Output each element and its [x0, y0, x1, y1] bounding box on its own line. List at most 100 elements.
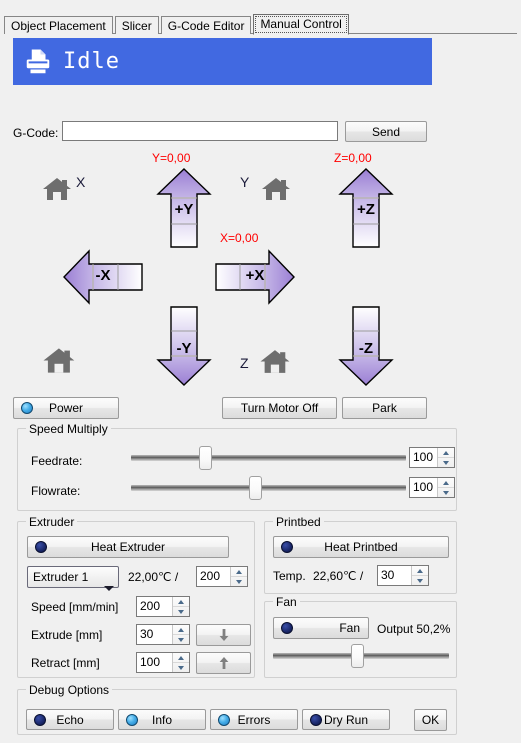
- turn-motor-off-button[interactable]: Turn Motor Off: [222, 397, 337, 419]
- feedrate-label: Feedrate:: [31, 454, 83, 468]
- flowrate-slider-track: [131, 485, 406, 491]
- feedrate-slider-thumb[interactable]: [199, 446, 213, 470]
- home-all-button[interactable]: [40, 344, 80, 380]
- fan-output-readout: Output 50,2%: [377, 622, 451, 636]
- printbed-temp-spinner-buttons[interactable]: [411, 566, 428, 585]
- printbed-temp-spin-down[interactable]: [412, 576, 428, 585]
- retract-spin-down[interactable]: [173, 663, 189, 672]
- jog-x-plus-button[interactable]: [214, 248, 296, 309]
- ok-button-label: OK: [421, 713, 440, 727]
- printbed-caption: Printbed: [273, 515, 324, 529]
- extruder-speed-spin-up[interactable]: [173, 597, 189, 607]
- retract-spin-up[interactable]: [173, 653, 189, 663]
- home-icon: [43, 348, 75, 373]
- tab-label: Object Placement: [11, 19, 106, 33]
- printbed-target-temp-spinner[interactable]: 30: [377, 565, 429, 586]
- flowrate-slider-thumb[interactable]: [248, 476, 262, 500]
- heat-printbed-button[interactable]: Heat Printbed: [273, 536, 449, 558]
- flowrate-spinner-buttons[interactable]: [437, 478, 454, 497]
- tab-label: G-Code Editor: [167, 19, 245, 33]
- flowrate-value[interactable]: 100: [410, 478, 437, 497]
- extruder-speed-spinner-buttons[interactable]: [172, 597, 189, 616]
- debug-errors-button[interactable]: Errors: [210, 709, 298, 730]
- flowrate-spinner[interactable]: 100: [409, 477, 455, 498]
- heat-extruder-led-icon: [35, 541, 47, 553]
- tab-gcode-editor[interactable]: G-Code Editor: [160, 16, 252, 34]
- extruder-speed-value[interactable]: 200: [137, 597, 172, 616]
- power-button[interactable]: Power: [13, 397, 119, 419]
- jog-z-minus-button[interactable]: [337, 305, 395, 390]
- speed-multiply-caption: Speed Multiply: [26, 422, 111, 436]
- feedrate-spinner[interactable]: 100: [409, 447, 455, 468]
- debug-echo-button[interactable]: Echo: [26, 709, 114, 730]
- home-x-label: X: [76, 174, 86, 190]
- extruder-temp-spinner-buttons[interactable]: [230, 567, 247, 586]
- fan-toggle-button[interactable]: Fan: [273, 617, 369, 639]
- feedrate-slider-track: [131, 455, 406, 461]
- retract-amount-value[interactable]: 100: [137, 653, 172, 672]
- extruder-temp-spin-up[interactable]: [231, 567, 247, 577]
- feedrate-spinner-buttons[interactable]: [437, 448, 454, 467]
- flowrate-slider[interactable]: [131, 476, 406, 500]
- home-icon: [262, 178, 290, 200]
- fan-slider-thumb[interactable]: [351, 644, 365, 668]
- extruder-speed-label: Speed [mm/min]: [31, 600, 119, 614]
- jog-y-plus-button[interactable]: [155, 167, 213, 252]
- extrude-button[interactable]: [196, 624, 251, 646]
- tab-slicer[interactable]: Slicer: [114, 16, 159, 34]
- fan-speed-slider[interactable]: [273, 644, 449, 668]
- home-y-button[interactable]: [259, 174, 295, 207]
- retract-spinner-buttons[interactable]: [172, 653, 189, 672]
- printbed-target-temp-value[interactable]: 30: [378, 566, 411, 585]
- debug-info-label: Info: [151, 712, 172, 727]
- extruder-target-temp-value[interactable]: 200: [197, 567, 230, 586]
- tab-manual-control[interactable]: Manual Control: [253, 14, 349, 35]
- feedrate-spin-down[interactable]: [438, 458, 454, 467]
- home-z-label: Z: [240, 355, 249, 371]
- debug-dry-run-button[interactable]: Dry Run: [302, 709, 390, 730]
- heat-printbed-led-icon: [281, 541, 293, 553]
- flowrate-spin-down[interactable]: [438, 488, 454, 497]
- home-icon: [260, 350, 290, 373]
- printbed-temp-spin-up[interactable]: [412, 566, 428, 576]
- heat-extruder-button[interactable]: Heat Extruder: [27, 536, 229, 558]
- extruder-selector-value: Extruder 1: [33, 570, 89, 584]
- errors-led-icon: [218, 713, 230, 726]
- tab-label: Slicer: [121, 19, 152, 33]
- flowrate-spin-up[interactable]: [438, 478, 454, 488]
- extruder-speed-spinner[interactable]: 200: [136, 596, 190, 617]
- home-icon: [43, 178, 71, 200]
- extrude-spin-down[interactable]: [173, 635, 189, 644]
- printbed-temp-label: Temp.: [273, 569, 306, 583]
- extrude-spinner-buttons[interactable]: [172, 625, 189, 644]
- jog-z-plus-button[interactable]: [337, 167, 395, 252]
- extruder-speed-spin-down[interactable]: [173, 607, 189, 616]
- extruder-selector[interactable]: Extruder 1: [27, 566, 119, 591]
- fan-group: Fan Fan Output 50,2%: [264, 595, 457, 678]
- turn-motor-off-label: Turn Motor Off: [240, 401, 319, 415]
- jog-y-minus-button[interactable]: [155, 305, 213, 390]
- debug-errors-label: Errors: [237, 712, 271, 727]
- retract-button[interactable]: [196, 652, 251, 674]
- feedrate-spin-up[interactable]: [438, 448, 454, 458]
- extruder-target-temp-spinner[interactable]: 200: [196, 566, 248, 587]
- ok-button[interactable]: OK: [414, 709, 447, 731]
- tab-object-placement[interactable]: Object Placement: [4, 16, 113, 34]
- debug-info-button[interactable]: Info: [118, 709, 206, 730]
- home-x-button[interactable]: [40, 174, 76, 207]
- feedrate-slider[interactable]: [131, 446, 406, 470]
- jog-controls: Y=0,00 X=0,00 Z=0,00 X Y Z +Y -Y -X +X +…: [4, 34, 517, 394]
- extrude-spin-up[interactable]: [173, 625, 189, 635]
- heat-extruder-label: Heat Extruder: [90, 540, 166, 554]
- z-position-readout: Z=0,00: [334, 151, 372, 165]
- printbed-group: Printbed Heat Printbed Temp. 22,60℃ / 30: [264, 515, 457, 594]
- park-button[interactable]: Park: [342, 397, 427, 419]
- retract-label: Retract [mm]: [31, 656, 100, 670]
- retract-amount-spinner[interactable]: 100: [136, 652, 190, 673]
- extruder-temp-spin-down[interactable]: [231, 577, 247, 586]
- extrude-amount-value[interactable]: 30: [137, 625, 172, 644]
- feedrate-value[interactable]: 100: [410, 448, 437, 467]
- home-z-button[interactable]: [257, 346, 295, 380]
- jog-x-minus-button[interactable]: [62, 248, 144, 309]
- extrude-amount-spinner[interactable]: 30: [136, 624, 190, 645]
